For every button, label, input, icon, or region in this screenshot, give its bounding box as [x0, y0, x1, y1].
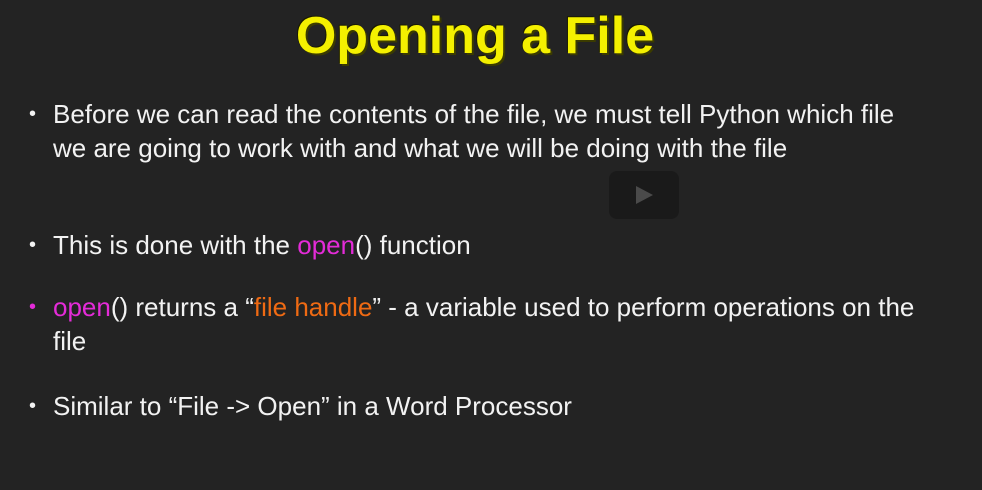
- bullet-text: open() returns a “file handle” - a varia…: [53, 290, 923, 358]
- bullet-text: Similar to “File -> Open” in a Word Proc…: [53, 391, 572, 421]
- bullet-text: This is done with the open() function: [53, 228, 923, 262]
- slide-title: Opening a File: [295, 7, 655, 65]
- play-icon: [636, 186, 653, 204]
- play-button[interactable]: [609, 171, 679, 219]
- slide: Opening a File • Before we can read the …: [0, 0, 982, 490]
- bullet-text-post: () function: [355, 230, 471, 260]
- open-keyword: open: [53, 292, 111, 322]
- bullet-marker: •: [29, 296, 37, 318]
- open-keyword: open: [297, 230, 356, 260]
- file-handle-term: file handle: [253, 292, 373, 322]
- bullet-text: Before we can read the contents of the f…: [53, 99, 895, 163]
- bullet-text-pre: This is done with the: [53, 230, 298, 260]
- bullet-marker: •: [29, 234, 37, 256]
- bullet-marker: •: [29, 395, 37, 417]
- bullet-marker: •: [29, 103, 37, 125]
- bullet-text-mid: () returns a “: [110, 292, 254, 322]
